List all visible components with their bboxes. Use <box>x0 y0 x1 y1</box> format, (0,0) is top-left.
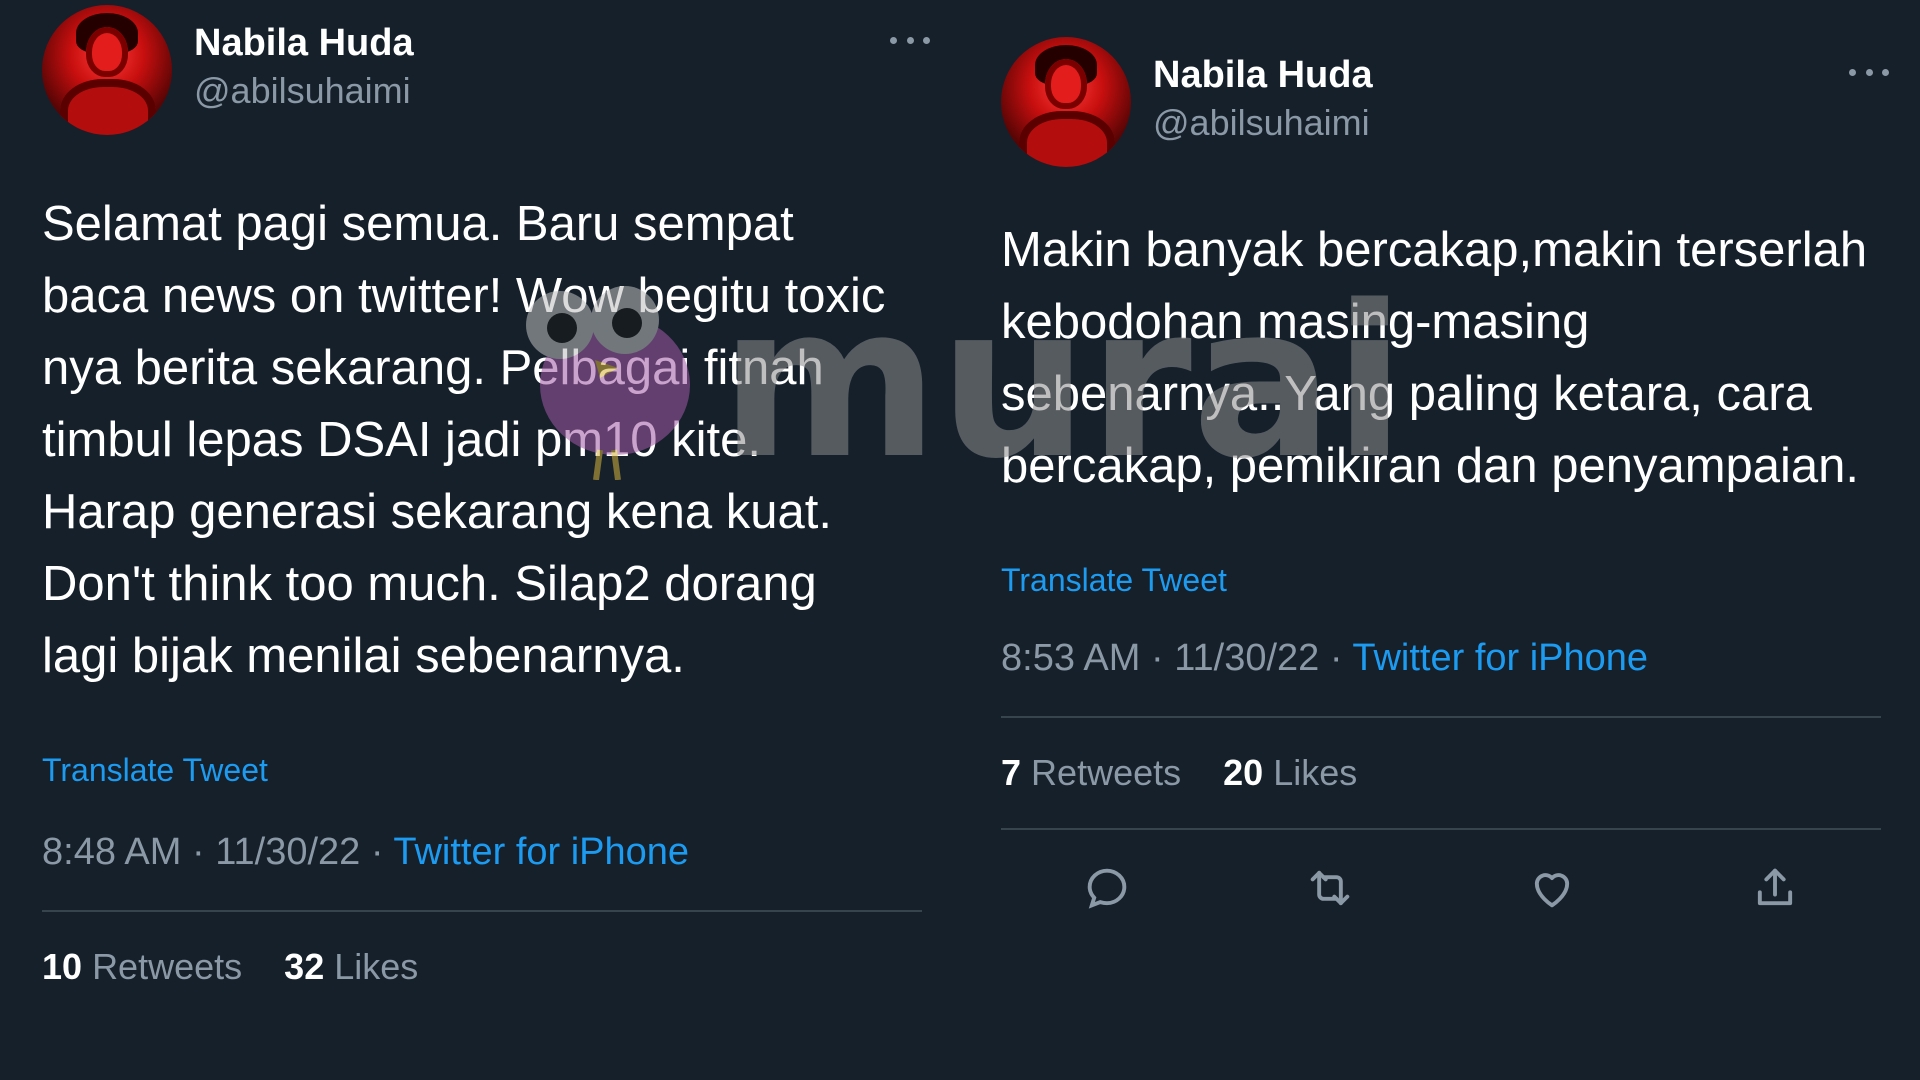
tweet-timestamp[interactable]: 8:48 AM · 11/30/22 · <box>42 831 393 873</box>
likes-label[interactable]: Likes <box>1273 752 1357 793</box>
divider <box>42 910 922 912</box>
divider <box>1001 828 1881 830</box>
user-handle[interactable]: @abilsuhaimi <box>1153 102 1370 144</box>
tweet-source-link[interactable]: Twitter for iPhone <box>1352 637 1648 679</box>
like-count[interactable]: 20 <box>1223 752 1263 793</box>
tweet-text: Makin banyak bercakap,makin terserlah ke… <box>1001 223 1868 493</box>
retweet-count[interactable]: 10 <box>42 946 82 987</box>
reply-icon[interactable] <box>1081 862 1133 914</box>
tweet-right: Nabila Huda @abilsuhaimi Makin banyak be… <box>1001 32 1889 914</box>
tweet-header: Nabila Huda @abilsuhaimi <box>1001 32 1889 172</box>
tweet-meta: 8:53 AM · 11/30/22 · Twitter for iPhone <box>1001 637 1881 680</box>
tweet-left: Nabila Huda @abilsuhaimi Selamat pagi se… <box>42 0 930 988</box>
avatar[interactable] <box>1001 37 1131 167</box>
like-count[interactable]: 32 <box>284 946 324 987</box>
share-icon[interactable] <box>1749 862 1801 914</box>
tweet-text: Selamat pagi semua. Baru sempat baca new… <box>42 197 886 683</box>
tweet-stats: 7 Retweets 20 Likes <box>1001 752 1881 794</box>
retweet-count[interactable]: 7 <box>1001 752 1021 793</box>
divider <box>1001 716 1881 718</box>
retweets-label[interactable]: Retweets <box>1031 752 1181 793</box>
user-handle[interactable]: @abilsuhaimi <box>194 70 411 112</box>
retweet-icon[interactable] <box>1304 862 1356 914</box>
translate-tweet-link[interactable]: Translate Tweet <box>1001 562 1881 599</box>
tweet-stats: 10 Retweets 32 Likes <box>42 946 922 988</box>
more-icon[interactable] <box>890 30 930 50</box>
likes-label[interactable]: Likes <box>334 946 418 987</box>
avatar[interactable] <box>42 5 172 135</box>
tweet-meta: 8:48 AM · 11/30/22 · Twitter for iPhone <box>42 831 922 874</box>
screenshot-canvas: Nabila Huda @abilsuhaimi Selamat pagi se… <box>0 0 1920 1080</box>
translate-tweet-link[interactable]: Translate Tweet <box>42 752 922 789</box>
more-icon[interactable] <box>1849 62 1889 82</box>
tweet-timestamp[interactable]: 8:53 AM · 11/30/22 · <box>1001 637 1352 679</box>
retweets-label[interactable]: Retweets <box>92 946 242 987</box>
like-icon[interactable] <box>1526 862 1578 914</box>
tweet-header: Nabila Huda @abilsuhaimi <box>42 0 930 140</box>
tweet-source-link[interactable]: Twitter for iPhone <box>393 831 689 873</box>
tweet-actions <box>1001 862 1881 914</box>
display-name[interactable]: Nabila Huda <box>194 22 414 65</box>
display-name[interactable]: Nabila Huda <box>1153 54 1373 97</box>
